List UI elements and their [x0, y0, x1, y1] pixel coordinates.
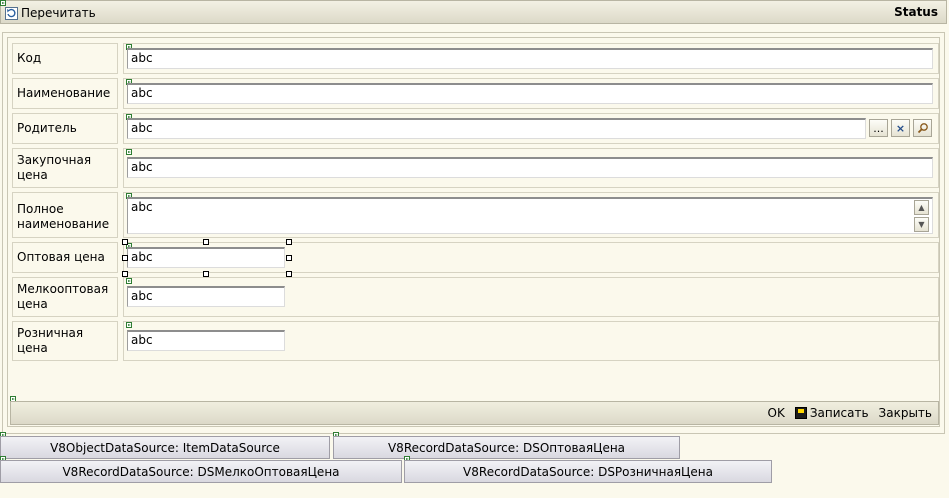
save-button[interactable]: Записать: [794, 406, 869, 420]
save-label: Записать: [809, 406, 869, 420]
label-parent: Родитель: [12, 113, 118, 144]
status-title: Status: [894, 5, 938, 19]
ok-button[interactable]: OK: [768, 406, 785, 420]
parent-search-button[interactable]: [913, 119, 932, 137]
row-name: Наименование abc: [12, 78, 939, 109]
close-button[interactable]: Закрыть: [879, 406, 932, 420]
resize-handle[interactable]: [122, 239, 128, 245]
scroll-up-button[interactable]: ▲: [914, 200, 929, 215]
label-full-name: Полное наименование: [12, 192, 118, 238]
row-wholesale-price: Оптовая цена abc: [12, 239, 939, 277]
field-cell-purchase-price: abc: [123, 148, 939, 188]
field-cell-full-name: abc ▲ ▼: [123, 192, 939, 238]
row-parent: Родитель abc ... ×: [12, 113, 939, 144]
data-source-dsmelkooptovaya[interactable]: V8RecordDataSource: DSМелкоОптоваяЦена: [0, 460, 402, 483]
row-small-wholesale-price: Мелкооптовая цена abc: [12, 277, 939, 317]
label-code: Код: [12, 43, 118, 74]
marker-icon: [126, 149, 132, 155]
label-retail-price: Розничная цена: [12, 321, 118, 361]
data-source-dsroznichnaya[interactable]: V8RecordDataSource: DSРозничнаяЦена: [404, 460, 772, 483]
code-input[interactable]: abc: [127, 48, 933, 69]
refresh-icon: [5, 6, 18, 20]
parent-input[interactable]: abc: [127, 118, 866, 139]
field-cell-retail-price: abc: [123, 321, 939, 361]
parent-select-button[interactable]: ...: [869, 119, 888, 137]
field-cell-parent: abc ... ×: [123, 113, 939, 144]
row-purchase-price: Закупочная цена abc: [12, 148, 939, 188]
form-panel: Код abc Наименование abc Родитель abc ..…: [2, 32, 945, 434]
row-retail-price: Розничная цена abc: [12, 321, 939, 361]
wholesale-price-input[interactable]: abc: [127, 247, 285, 268]
data-source-dsoptovaya[interactable]: V8RecordDataSource: DSОптоваяЦена: [333, 436, 680, 459]
resize-handle[interactable]: [203, 239, 209, 245]
field-cell-small-wholesale-price: abc: [123, 277, 939, 317]
resize-handle[interactable]: [122, 255, 128, 261]
field-cell-code: abc: [123, 43, 939, 74]
purchase-price-input[interactable]: abc: [127, 157, 933, 178]
marker-icon: [126, 322, 132, 328]
refresh-button[interactable]: Перечитать: [5, 5, 96, 21]
floppy-disk-icon: [794, 407, 807, 419]
label-name: Наименование: [12, 78, 118, 109]
field-cell-name: abc: [123, 78, 939, 109]
label-wholesale-price: Оптовая цена: [12, 242, 118, 273]
data-source-item[interactable]: V8ObjectDataSource: ItemDataSource: [0, 436, 330, 459]
magnifier-icon: [917, 123, 928, 134]
marker-icon: [0, 0, 6, 6]
resize-handle[interactable]: [286, 239, 292, 245]
row-full-name: Полное наименование abc ▲ ▼: [12, 192, 939, 238]
form-inner: Код abc Наименование abc Родитель abc ..…: [7, 37, 940, 427]
resize-handle[interactable]: [286, 255, 292, 261]
label-purchase-price: Закупочная цена: [12, 148, 118, 188]
label-small-wholesale-price: Мелкооптовая цена: [12, 277, 118, 317]
scroll-down-button[interactable]: ▼: [914, 217, 929, 232]
retail-price-input[interactable]: abc: [127, 330, 285, 351]
full-name-textarea[interactable]: abc: [127, 197, 933, 234]
small-wholesale-price-input[interactable]: abc: [127, 286, 285, 307]
bottom-action-bar: OK Записать Закрыть: [10, 401, 939, 425]
name-input[interactable]: abc: [127, 83, 933, 104]
parent-clear-button[interactable]: ×: [891, 119, 910, 137]
row-code: Код abc: [12, 43, 939, 74]
marker-icon: [126, 278, 132, 284]
field-cell-wholesale-price: abc: [122, 239, 939, 277]
refresh-label: Перечитать: [21, 6, 96, 20]
top-toolbar: Перечитать Status: [0, 0, 947, 24]
